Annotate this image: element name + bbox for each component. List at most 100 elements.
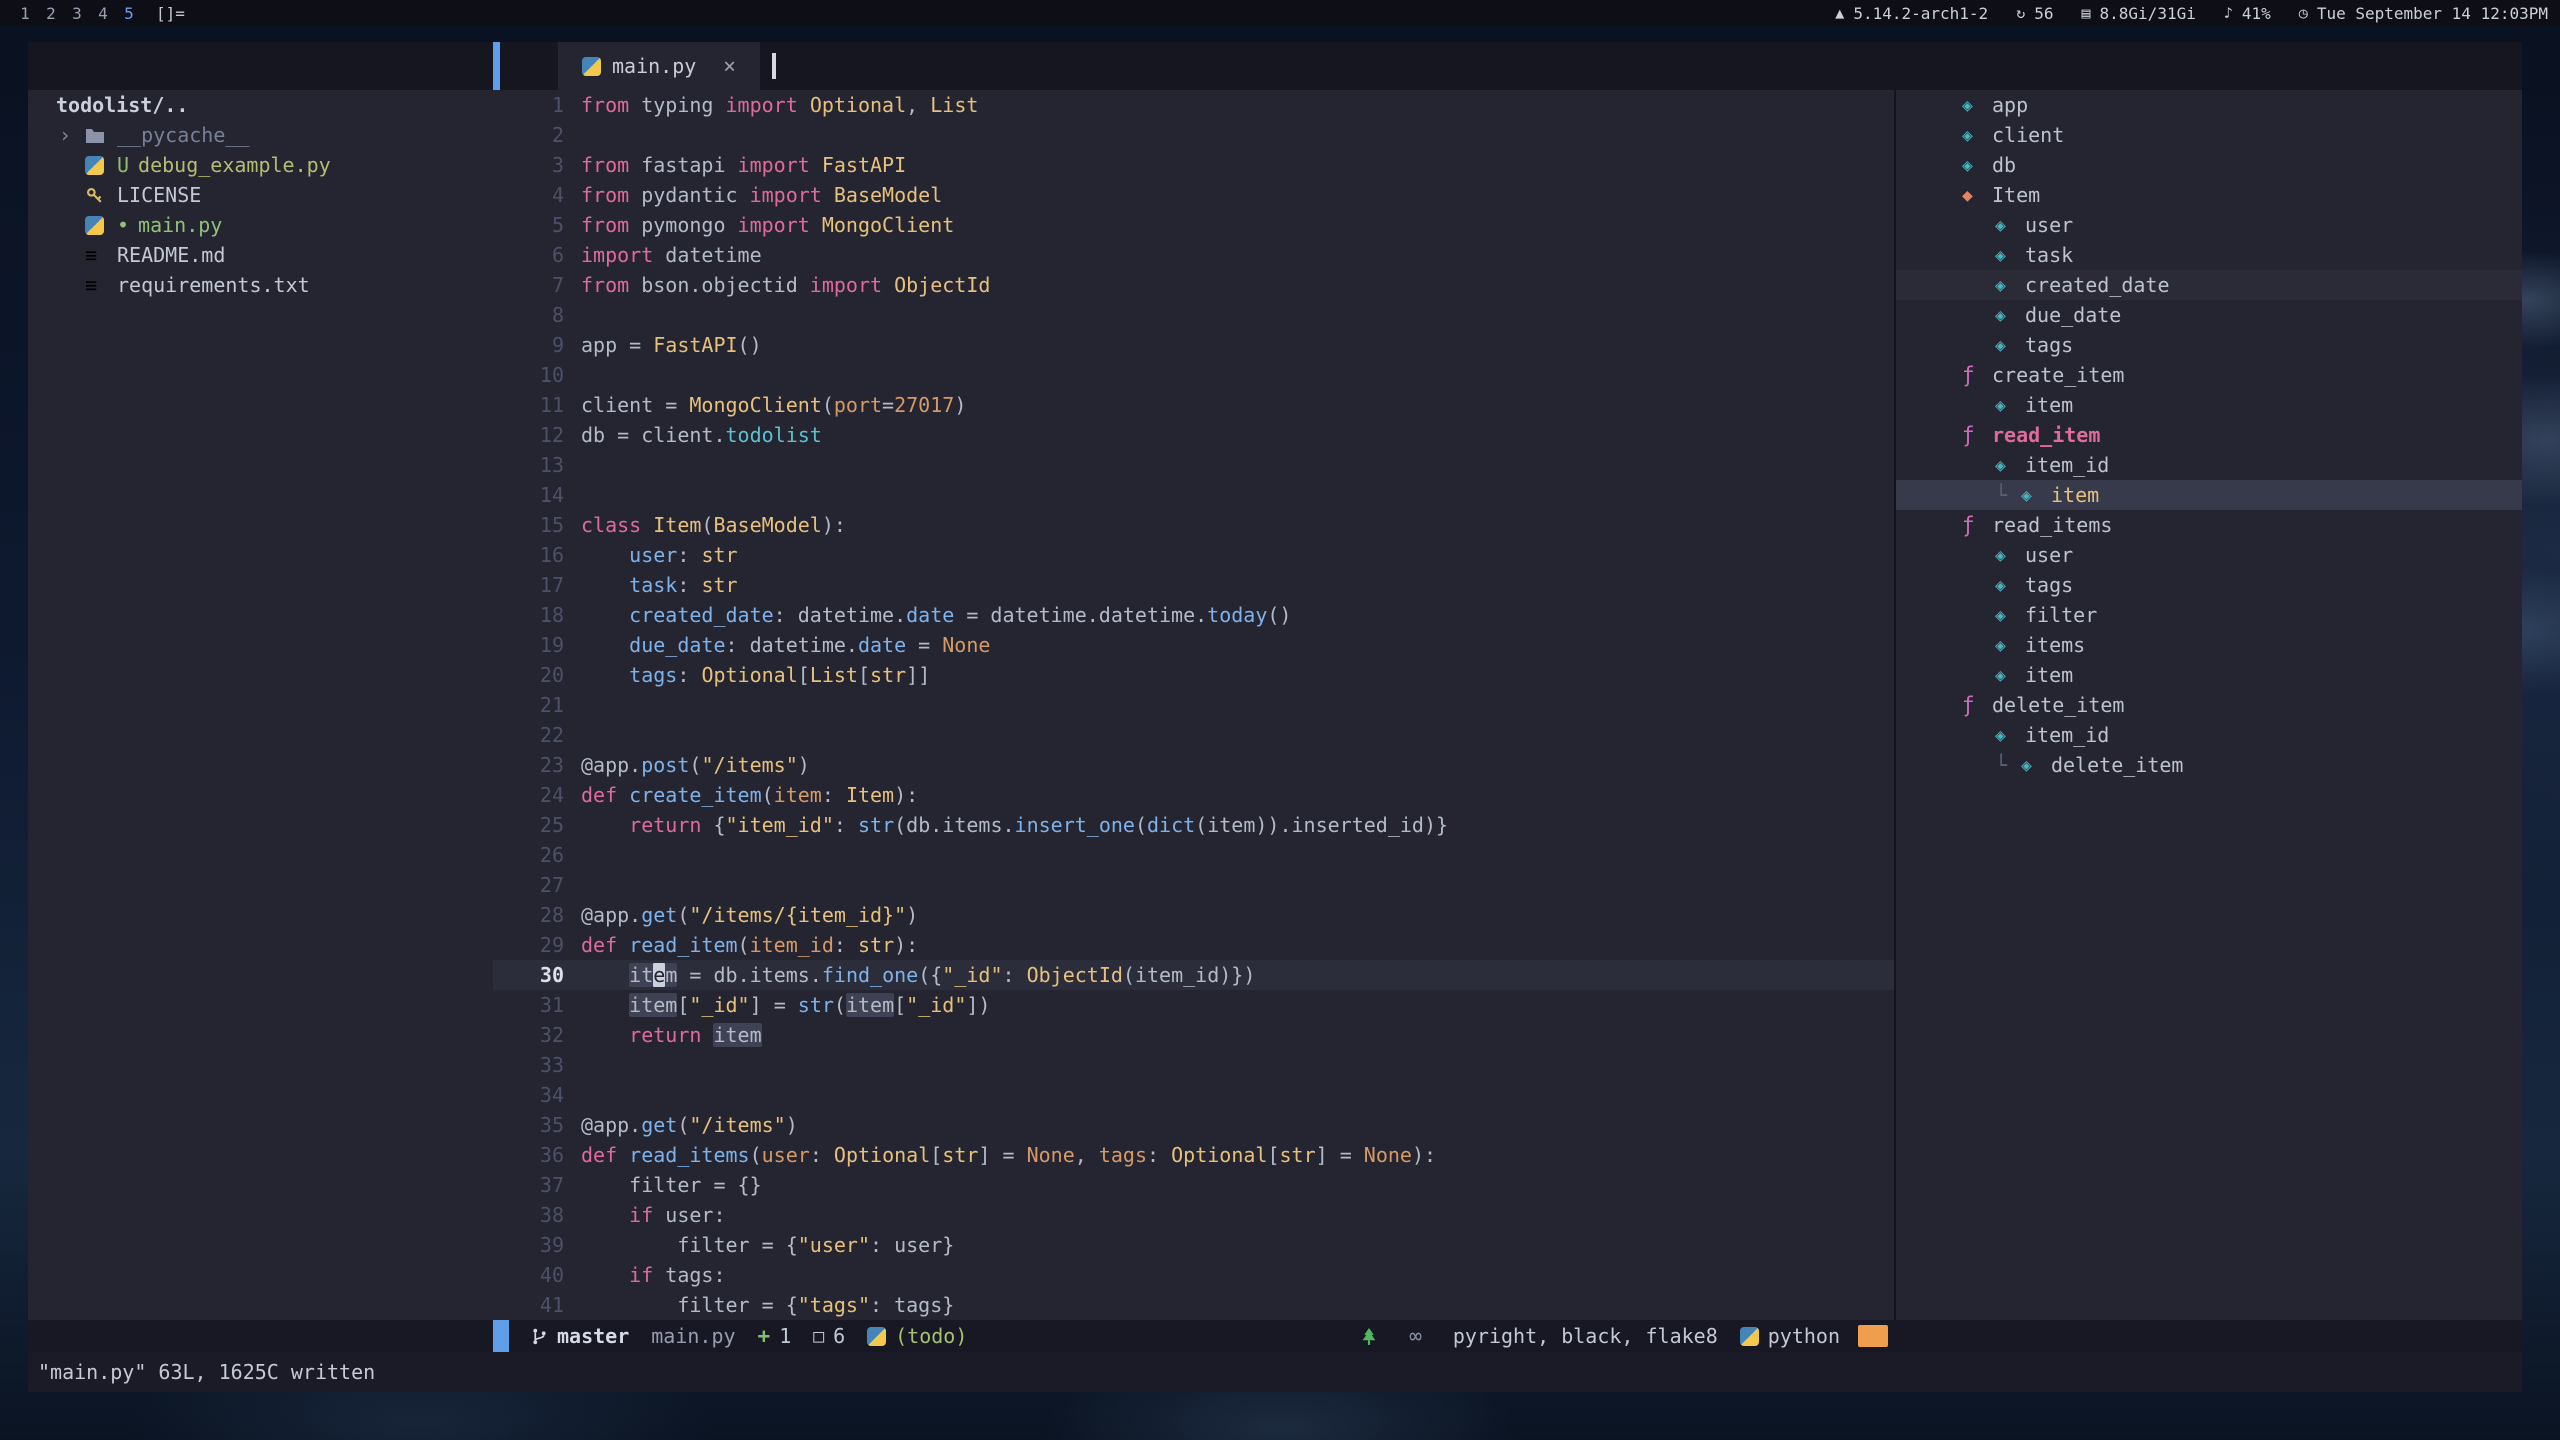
code-line[interactable]: 28@app.get("/items/{item_id}") xyxy=(493,900,1894,930)
outline-symbol-items[interactable]: ◈items xyxy=(1896,630,2522,660)
code-line[interactable]: 17 task: str xyxy=(493,570,1894,600)
outline-symbol-delete_item[interactable]: └◈delete_item xyxy=(1896,750,2522,780)
code-line[interactable]: 16 user: str xyxy=(493,540,1894,570)
code-line[interactable]: 8 xyxy=(493,300,1894,330)
code-line[interactable]: 7from bson.objectid import ObjectId xyxy=(493,270,1894,300)
code-text: if tags: xyxy=(581,1260,726,1290)
statusline-text: master xyxy=(557,1324,629,1348)
workspace-tag-2[interactable]: 2 xyxy=(38,4,64,23)
command-message-line: "main.py" 63L, 1625C written xyxy=(28,1352,2522,1392)
code-line[interactable]: 13 xyxy=(493,450,1894,480)
code-line[interactable]: 34 xyxy=(493,1080,1894,1110)
file-tree-item-__pycache__[interactable]: ›__pycache__ xyxy=(28,120,493,150)
code-line[interactable]: 31 item["_id"] = str(item["_id"]) xyxy=(493,990,1894,1020)
code-line[interactable]: 41 filter = {"tags": tags} xyxy=(493,1290,1894,1320)
outline-symbol-item[interactable]: ◈item xyxy=(1896,390,2522,420)
code-line[interactable]: 26 xyxy=(493,840,1894,870)
status-updates-text: 56 xyxy=(2034,4,2053,23)
code-line[interactable]: 1from typing import Optional, List xyxy=(493,90,1894,120)
code-line[interactable]: 18 created_date: datetime.date = datetim… xyxy=(493,600,1894,630)
workspace-tag-1[interactable]: 1 xyxy=(12,4,38,23)
symbol-name: client xyxy=(1992,123,2064,147)
file-tree-item-debug_example.py[interactable]: Udebug_example.py xyxy=(28,150,493,180)
outline-symbol-task[interactable]: ◈task xyxy=(1896,240,2522,270)
file-tree-root[interactable]: todolist/.. xyxy=(28,90,493,120)
code-line[interactable]: 38 if user: xyxy=(493,1200,1894,1230)
code-line[interactable]: 3from fastapi import FastAPI xyxy=(493,150,1894,180)
code-line[interactable]: 23@app.post("/items") xyxy=(493,750,1894,780)
code-line[interactable]: 25 return {"item_id": str(db.items.inser… xyxy=(493,810,1894,840)
workspace-tag-3[interactable]: 3 xyxy=(64,4,90,23)
git-status-badge: • xyxy=(117,213,129,237)
outline-symbol-due_date[interactable]: ◈due_date xyxy=(1896,300,2522,330)
file-tree-item-LICENSE[interactable]: LICENSE xyxy=(28,180,493,210)
editor-main: todolist/.. ›__pycache__ Udebug_example.… xyxy=(28,90,2522,1320)
code-line[interactable]: 15class Item(BaseModel): xyxy=(493,510,1894,540)
code-line[interactable]: 20 tags: Optional[List[str]] xyxy=(493,660,1894,690)
code-line[interactable]: 32 return item xyxy=(493,1020,1894,1050)
line-number: 35 xyxy=(493,1110,581,1140)
code-line[interactable]: 12db = client.todolist xyxy=(493,420,1894,450)
outline-symbol-read_items[interactable]: ƒread_items xyxy=(1896,510,2522,540)
file-tree-item-main.py[interactable]: •main.py xyxy=(28,210,493,240)
code-line[interactable]: 40 if tags: xyxy=(493,1260,1894,1290)
code-line[interactable]: 2 xyxy=(493,120,1894,150)
outline-symbol-item[interactable]: └◈item xyxy=(1896,480,2522,510)
code-line[interactable]: 11client = MongoClient(port=27017) xyxy=(493,390,1894,420)
outline-symbol-filter[interactable]: ◈filter xyxy=(1896,600,2522,630)
file-tree-item-requirements.txt[interactable]: ≡requirements.txt xyxy=(28,270,493,300)
outline-symbol-user[interactable]: ◈user xyxy=(1896,210,2522,240)
workspace-tag-4[interactable]: 4 xyxy=(90,4,116,23)
outline-symbol-app[interactable]: ◈app xyxy=(1896,90,2522,120)
outline-symbol-Item[interactable]: ◆Item xyxy=(1896,180,2522,210)
code-line[interactable]: 10 xyxy=(493,360,1894,390)
code-line[interactable]: 14 xyxy=(493,480,1894,510)
code-line[interactable]: 36def read_items(user: Optional[str] = N… xyxy=(493,1140,1894,1170)
status-clock-text: Tue September 14 12:03PM xyxy=(2317,4,2548,23)
symbol-name: tags xyxy=(2025,333,2073,357)
line-number: 27 xyxy=(493,870,581,900)
lines-icon: ≡ xyxy=(85,273,117,297)
code-line[interactable]: 35@app.get("/items") xyxy=(493,1110,1894,1140)
code-line[interactable]: 22 xyxy=(493,720,1894,750)
code-line[interactable]: 33 xyxy=(493,1050,1894,1080)
code-line[interactable]: 6import datetime xyxy=(493,240,1894,270)
tab-close-icon[interactable]: × xyxy=(723,54,736,78)
code-line[interactable]: 5from pymongo import MongoClient xyxy=(493,210,1894,240)
buffer-tab-main.py[interactable]: main.py× xyxy=(558,42,760,90)
outline-symbol-client[interactable]: ◈client xyxy=(1896,120,2522,150)
status-updates: ↻56 xyxy=(2016,4,2053,23)
file-tree-item-README.md[interactable]: ≡README.md xyxy=(28,240,493,270)
outline-symbol-delete_item[interactable]: ƒdelete_item xyxy=(1896,690,2522,720)
code-line[interactable]: 29def read_item(item_id: str): xyxy=(493,930,1894,960)
statusline-item-master: master xyxy=(531,1324,629,1348)
code-line[interactable]: 30 item = db.items.find_one({"_id": Obje… xyxy=(493,960,1894,990)
outline-symbol-create_item[interactable]: ƒcreate_item xyxy=(1896,360,2522,390)
outline-symbol-item[interactable]: ◈item xyxy=(1896,660,2522,690)
python-icon xyxy=(867,1327,886,1346)
outline-symbol-user[interactable]: ◈user xyxy=(1896,540,2522,570)
code-line[interactable]: 39 filter = {"user": user} xyxy=(493,1230,1894,1260)
outline-symbol-tags[interactable]: ◈tags xyxy=(1896,330,2522,360)
code-pane[interactable]: 1from typing import Optional, List23from… xyxy=(493,90,1894,1320)
outline-symbol-db[interactable]: ◈db xyxy=(1896,150,2522,180)
outline-symbol-item_id[interactable]: ◈item_id xyxy=(1896,450,2522,480)
code-line[interactable]: 37 filter = {} xyxy=(493,1170,1894,1200)
code-line[interactable]: 9app = FastAPI() xyxy=(493,330,1894,360)
workspace-tag-5[interactable]: 5 xyxy=(116,4,142,23)
code-text: filter = {} xyxy=(581,1170,762,1200)
line-number: 19 xyxy=(493,630,581,660)
code-line[interactable]: 21 xyxy=(493,690,1894,720)
code-line[interactable]: 27 xyxy=(493,870,1894,900)
layout-indicator[interactable]: []= xyxy=(156,4,185,23)
outline-symbol-tags[interactable]: ◈tags xyxy=(1896,570,2522,600)
expander-chevron-icon xyxy=(59,243,85,267)
outline-symbol-read_item[interactable]: ƒread_item xyxy=(1896,420,2522,450)
line-number: 26 xyxy=(493,840,581,870)
outline-symbol-item_id[interactable]: ◈item_id xyxy=(1896,720,2522,750)
outline-symbol-created_date[interactable]: ◈created_date xyxy=(1896,270,2522,300)
code-line[interactable]: 19 due_date: datetime.date = None xyxy=(493,630,1894,660)
code-line[interactable]: 24def create_item(item: Item): xyxy=(493,780,1894,810)
code-line[interactable]: 4from pydantic import BaseModel xyxy=(493,180,1894,210)
file-name: __pycache__ xyxy=(117,123,249,147)
